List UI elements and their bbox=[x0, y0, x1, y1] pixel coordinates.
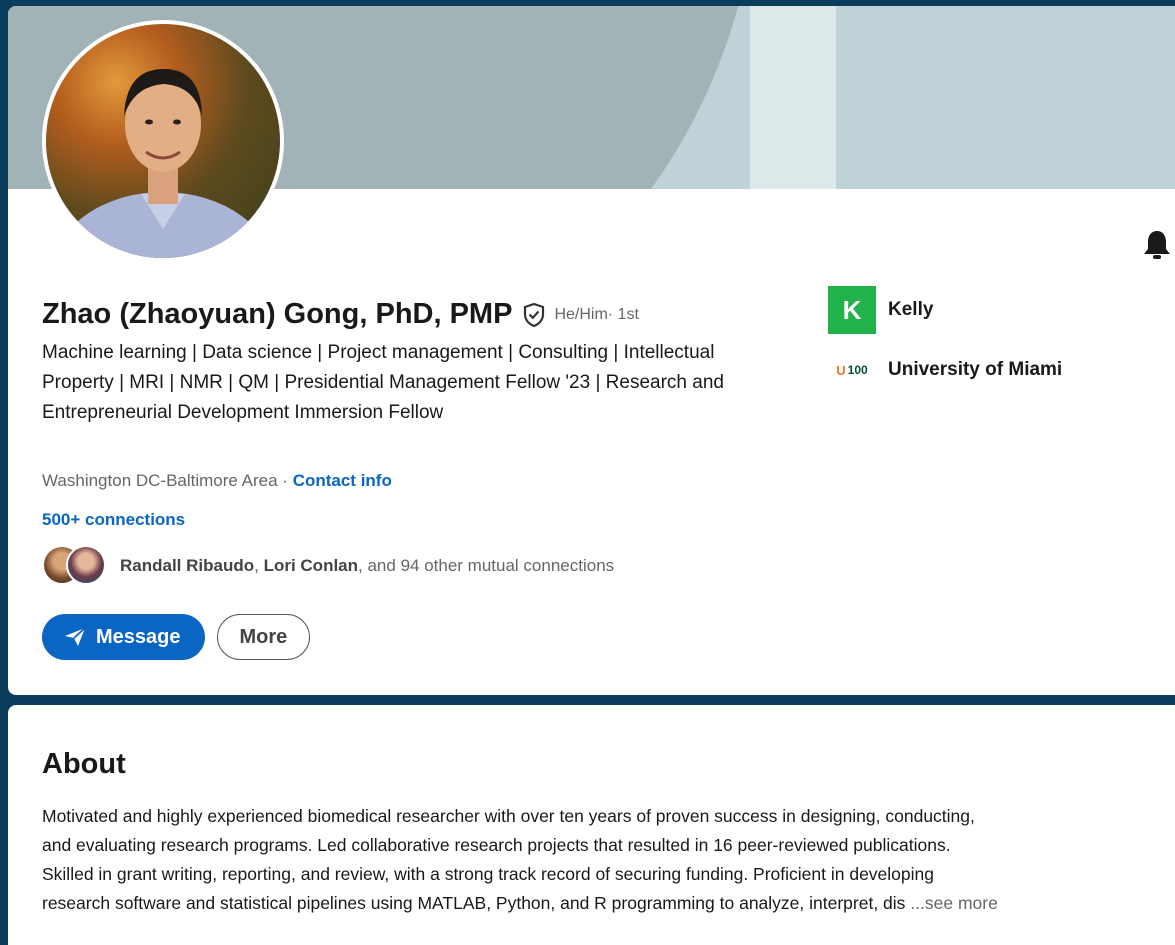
about-line: Motivated and highly experienced biomedi… bbox=[42, 806, 975, 826]
about-line: and evaluating research programs. Led co… bbox=[42, 835, 951, 855]
message-button[interactable]: Message bbox=[42, 614, 205, 660]
university-of-miami-logo: U 100 bbox=[836, 362, 868, 378]
send-icon bbox=[65, 627, 86, 646]
org-list: K Kelly U 100 University of Miami bbox=[828, 286, 1062, 412]
mutual-connections-text: Randall Ribaudo, Lori Conlan, and 94 oth… bbox=[120, 556, 614, 576]
about-card: About Motivated and highly experienced b… bbox=[8, 705, 1175, 945]
mutual-name-1: Randall Ribaudo bbox=[120, 556, 255, 575]
profile-photo[interactable] bbox=[42, 20, 284, 262]
kelly-logo: K bbox=[828, 286, 876, 334]
mutual-connections[interactable]: Randall Ribaudo, Lori Conlan, and 94 oth… bbox=[42, 545, 614, 587]
org-name: University of Miami bbox=[888, 359, 1063, 380]
org-name: Kelly bbox=[888, 299, 934, 320]
about-title: About bbox=[42, 748, 126, 780]
mutual-separator: , bbox=[254, 556, 264, 575]
more-button[interactable]: More bbox=[216, 614, 311, 660]
connections-link[interactable]: 500+ connections bbox=[42, 510, 185, 530]
profile-actions: Message More bbox=[42, 614, 311, 660]
about-line: Skilled in grant writing, reporting, and… bbox=[42, 864, 934, 884]
org-item-university-of-miami[interactable]: U 100 University of Miami bbox=[828, 352, 1062, 388]
avatar bbox=[66, 545, 106, 585]
verified-shield-icon[interactable] bbox=[522, 302, 546, 328]
connection-degree: · 1st bbox=[607, 305, 639, 323]
see-more-link[interactable]: ...see more bbox=[910, 893, 998, 913]
location-row: Washington DC-Baltimore Area · Contact i… bbox=[42, 471, 392, 491]
contact-info-link[interactable]: Contact info bbox=[293, 471, 392, 490]
about-line-last: research software and statistical pipeli… bbox=[42, 889, 1172, 918]
mutual-name-2: Lori Conlan bbox=[263, 556, 359, 575]
location: Washington DC-Baltimore Area · bbox=[42, 471, 293, 490]
banner-stripe bbox=[750, 6, 836, 189]
about-text: Motivated and highly experienced biomedi… bbox=[42, 802, 1172, 918]
bell-icon[interactable] bbox=[1142, 228, 1172, 267]
message-button-label: Message bbox=[96, 625, 181, 648]
mutual-rest: , and 94 other mutual connections bbox=[358, 556, 615, 575]
um-logo-text: 100 bbox=[847, 363, 868, 377]
pronouns: He/Him bbox=[554, 305, 608, 323]
org-item-kelly[interactable]: K Kelly bbox=[828, 286, 1062, 334]
name-row: Zhao (Zhaoyuan) Gong, PhD, PMP He/Him · … bbox=[42, 298, 639, 331]
profile-card: Zhao (Zhaoyuan) Gong, PhD, PMP He/Him · … bbox=[8, 6, 1175, 695]
profile-name: Zhao (Zhaoyuan) Gong, PhD, PMP bbox=[42, 298, 513, 330]
about-line: research software and statistical pipeli… bbox=[42, 893, 911, 913]
profile-headline: Machine learning | Data science | Projec… bbox=[42, 342, 724, 423]
mutual-avatars bbox=[42, 545, 114, 587]
